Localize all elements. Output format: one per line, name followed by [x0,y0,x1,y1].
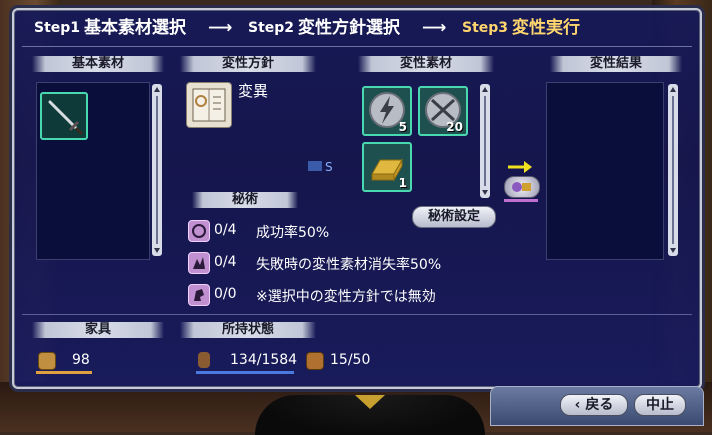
base-material-scrollbar[interactable] [152,84,162,256]
policy-name: 変異 [238,82,269,100]
step1-prefix: Step1 [34,20,81,36]
material-count: 5 [398,120,407,134]
possession-heading: 所持状態 [180,322,316,338]
step3-prefix: Step3 [462,20,509,36]
mid-indicator: S [308,160,333,174]
material-count: 20 [446,120,463,134]
back-button[interactable]: ‹ 戻る [560,394,628,416]
weight-bar [196,371,294,374]
step-header: Step1 基本素材選択 ⟶ Step2 変性方針選択 ⟶ Step3 変性実行 [14,10,700,46]
policy-heading: 変性方針 [180,56,316,72]
indicator-label: S [325,160,333,174]
step1-label: 基本素材選択 [84,18,186,38]
execute-cauldron-icon[interactable] [504,176,540,198]
mutation-material-heading: 変性素材 [358,56,494,72]
spark-icon [188,252,210,274]
stop-button[interactable]: 中止 [634,394,686,416]
header-divider [22,46,692,47]
mutation-material-slot-1[interactable]: 5 [362,86,412,136]
mutation-material-slot-2[interactable]: 20 [418,86,468,136]
book-icon[interactable] [186,82,232,128]
furniture-icon [38,352,56,370]
execute-gauge [504,199,538,202]
step2-label: 変性方針選択 [298,18,400,38]
furniture-heading: 家具 [32,322,164,338]
secret-art-1-desc: 成功率50% [256,225,330,241]
possession-weight: 134/1584 [230,352,298,368]
mutation-material-scrollbar[interactable] [480,84,490,198]
result-panel [546,82,664,260]
base-material-heading: 基本素材 [32,56,164,72]
secret-setting-button[interactable]: 秘術設定 [412,206,496,228]
back-arrow-icon: ‹ [574,397,581,413]
furniture-bar [36,371,92,374]
clover-icon [188,220,210,242]
mutation-material-slot-3[interactable]: 1 [362,142,412,192]
back-button-label: 戻る [585,397,614,413]
mutation-window: Step1 基本素材選択 ⟶ Step2 変性方針選択 ⟶ Step3 変性実行… [12,8,702,389]
dagger-icon [48,100,84,136]
result-heading: 変性結果 [550,56,682,72]
stop-button-label: 中止 [646,397,674,413]
chest-icon [306,352,324,370]
secret-art-heading: 秘術 [192,192,298,208]
furniture-value: 98 [72,352,90,368]
player-character [255,395,485,435]
step2-prefix: Step2 [248,20,295,36]
step3-label: 変性実行 [512,18,580,38]
step-arrow-2: ⟶ [422,18,447,38]
secret-art-3-desc: ※選択中の変性方針では無効 [256,289,436,305]
bag-icon [198,352,210,368]
indicator-icon [308,161,322,171]
horse-icon [188,284,210,306]
material-count: 1 [398,176,407,190]
possession-storage: 15/50 [330,352,371,368]
proceed-arrow-icon [508,161,532,173]
base-material-slot[interactable] [40,92,88,140]
step-arrow-1: ⟶ [208,18,233,38]
secret-art-2-count: 0/4 [214,254,237,270]
secret-art-1-count: 0/4 [214,222,237,238]
result-scrollbar[interactable] [668,84,678,256]
secret-art-3-count: 0/0 [214,286,237,302]
footer-divider [22,314,692,315]
secret-art-2-desc: 失敗時の変性素材消失率50% [256,257,442,273]
